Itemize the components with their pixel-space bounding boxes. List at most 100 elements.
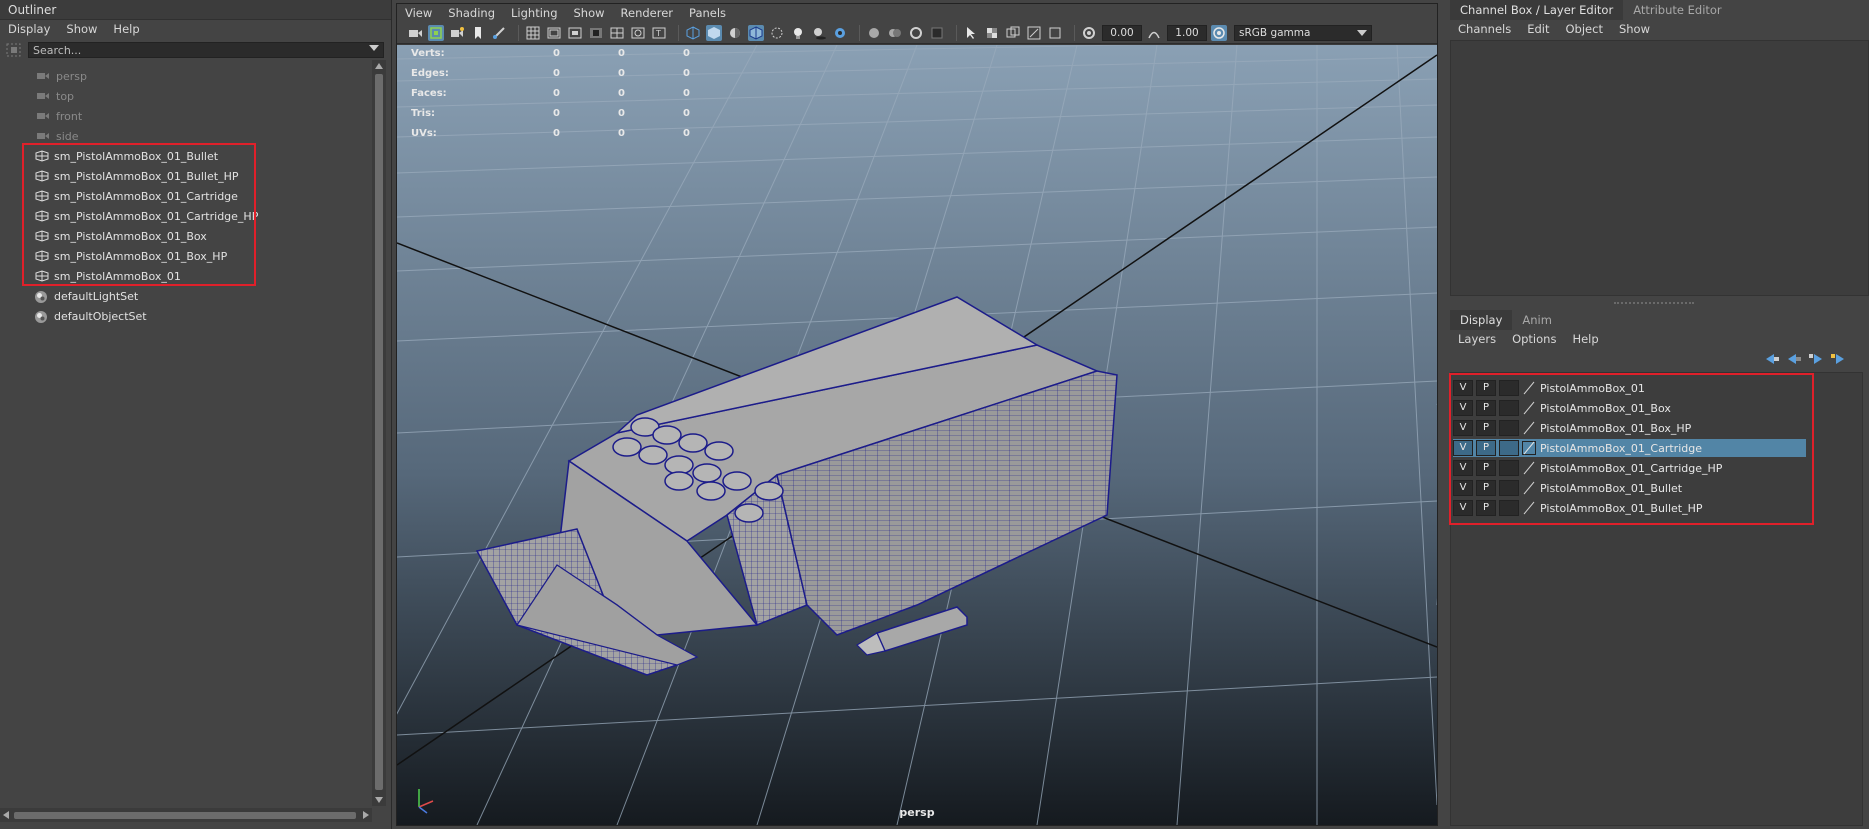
layer-visibility-toggle[interactable]: V (1453, 420, 1473, 436)
view-transform-select[interactable]: sRGB gamma (1234, 24, 1372, 41)
isolate-select-icon[interactable] (929, 25, 945, 41)
layer-visibility-toggle[interactable]: V (1453, 380, 1473, 396)
channel-menu-show[interactable]: Show (1619, 20, 1650, 39)
layer-playback-toggle[interactable]: P (1476, 420, 1496, 436)
channel-menu-edit[interactable]: Edit (1527, 20, 1549, 39)
exposure-icon[interactable] (1081, 25, 1097, 41)
layer-visibility-toggle[interactable]: V (1453, 500, 1473, 516)
filter-icon[interactable] (6, 42, 22, 58)
layer-color-swatch[interactable] (1499, 380, 1519, 396)
tab-attribute-editor[interactable]: Attribute Editor (1623, 0, 1731, 20)
use-all-lights-icon[interactable] (790, 25, 806, 41)
frame-all-icon[interactable] (1026, 25, 1042, 41)
scrollbar-thumb[interactable] (375, 74, 383, 790)
layer-row[interactable]: V P PistolAmmoBox_01_Box (1453, 399, 1806, 417)
default-material-icon[interactable] (727, 25, 743, 41)
layer-color-swatch[interactable] (1499, 400, 1519, 416)
layer-visibility-toggle[interactable]: V (1453, 460, 1473, 476)
film-gate-icon[interactable] (546, 25, 562, 41)
outliner-search-input[interactable] (28, 42, 384, 58)
outliner-item-mesh[interactable]: sm_PistolAmmoBox_01_Cartridge_HP (0, 206, 372, 226)
viewport-menu-shading[interactable]: Shading (448, 4, 495, 22)
scroll-left-icon[interactable] (3, 811, 9, 819)
select-camera-icon[interactable] (963, 25, 979, 41)
viewport-scene[interactable] (397, 45, 1437, 825)
color-management-icon[interactable] (1211, 24, 1227, 41)
outliner-horizontal-scrollbar[interactable] (0, 808, 372, 822)
layer-playback-toggle[interactable]: P (1476, 400, 1496, 416)
tab-display-layers[interactable]: Display (1450, 310, 1513, 330)
outliner-item-mesh[interactable]: sm_PistolAmmoBox_01_Box_HP (0, 246, 372, 266)
outliner-menu-help[interactable]: Help (113, 20, 139, 39)
smooth-shade-icon[interactable] (706, 24, 722, 41)
scroll-up-icon[interactable] (375, 63, 383, 69)
scrollbar-thumb[interactable] (14, 812, 356, 819)
viewport-menu-view[interactable]: View (405, 4, 432, 22)
outliner-item-top[interactable]: top (0, 86, 372, 106)
layer-color-swatch[interactable] (1499, 420, 1519, 436)
outliner-menu-display[interactable]: Display (8, 20, 50, 39)
layer-playback-toggle[interactable]: P (1476, 380, 1496, 396)
move-layer-up-icon[interactable] (1764, 352, 1780, 369)
outliner-item-set[interactable]: defaultObjectSet (0, 306, 372, 326)
move-layer-down-icon[interactable] (1786, 352, 1802, 369)
layer-visibility-toggle[interactable]: V (1453, 440, 1473, 456)
exposure-field[interactable]: 0.00 (1102, 24, 1142, 41)
gamma-icon[interactable] (1146, 25, 1162, 41)
layer-row[interactable]: V P PistolAmmoBox_01 (1453, 379, 1806, 397)
viewport-menu-show[interactable]: Show (574, 4, 605, 22)
layer-row[interactable]: V P PistolAmmoBox_01_Bullet_HP (1453, 499, 1806, 517)
multisample-aa-icon[interactable] (887, 25, 903, 41)
splitter-grip[interactable] (1614, 302, 1694, 304)
layer-row[interactable]: V P PistolAmmoBox_01_Cartridge_HP (1453, 459, 1806, 477)
channel-box-area[interactable] (1450, 40, 1869, 296)
ambient-occlusion-icon[interactable] (832, 25, 848, 41)
texture-toggle-icon[interactable] (984, 25, 1000, 41)
layer-playback-toggle[interactable]: P (1476, 440, 1496, 456)
tab-channel-box[interactable]: Channel Box / Layer Editor (1450, 0, 1624, 20)
outliner-item-side[interactable]: side (0, 126, 372, 146)
panel-splitter[interactable] (1444, 300, 1869, 306)
layer-menu-layers[interactable]: Layers (1458, 330, 1496, 349)
outliner-item-mesh[interactable]: sm_PistolAmmoBox_01_Bullet_HP (0, 166, 372, 186)
outliner-item-mesh[interactable]: sm_PistolAmmoBox_01 (0, 266, 372, 286)
viewport-menu-lighting[interactable]: Lighting (511, 4, 557, 22)
layer-playback-toggle[interactable]: P (1476, 500, 1496, 516)
layer-playback-toggle[interactable]: P (1476, 460, 1496, 476)
depth-of-field-icon[interactable] (908, 25, 924, 41)
motion-blur-icon[interactable] (866, 25, 882, 41)
outliner-menu-show[interactable]: Show (66, 20, 97, 39)
outliner-item-mesh[interactable]: sm_PistolAmmoBox_01_Cartridge (0, 186, 372, 206)
grid-toggle-icon[interactable] (525, 25, 541, 41)
resolution-gate-icon[interactable] (567, 25, 583, 41)
shadows-icon[interactable] (811, 25, 827, 41)
layer-row-selected[interactable]: V P PistolAmmoBox_01_Cartridge (1453, 439, 1806, 457)
layer-visibility-toggle[interactable]: V (1453, 400, 1473, 416)
viewport-menu-panels[interactable]: Panels (689, 4, 726, 22)
channel-menu-object[interactable]: Object (1566, 20, 1603, 39)
scroll-down-icon[interactable] (375, 797, 383, 803)
wireframe-icon[interactable] (685, 25, 701, 41)
hud-toggle-icon[interactable] (1005, 25, 1021, 41)
safe-title-icon[interactable]: T (651, 25, 667, 41)
layer-color-swatch[interactable] (1499, 500, 1519, 516)
viewport-panel[interactable]: View Shading Lighting Show Renderer Pane… (396, 3, 1438, 826)
outliner-item-persp[interactable]: persp (0, 66, 372, 86)
layer-row[interactable]: V P PistolAmmoBox_01_Box_HP (1453, 419, 1806, 437)
layer-playback-toggle[interactable]: P (1476, 480, 1496, 496)
channel-menu-channels[interactable]: Channels (1458, 20, 1511, 39)
field-chart-icon[interactable] (609, 25, 625, 41)
wireframe-on-shaded-icon[interactable] (748, 24, 764, 41)
layer-row[interactable]: V P PistolAmmoBox_01_Bullet (1453, 479, 1806, 497)
outliner-item-mesh[interactable]: sm_PistolAmmoBox_01_Bullet (0, 146, 372, 166)
tab-anim-layers[interactable]: Anim (1512, 310, 1562, 330)
search-dropdown-icon[interactable] (369, 45, 379, 51)
frame-selected-icon[interactable] (1047, 25, 1063, 41)
outliner-vertical-scrollbar[interactable] (372, 60, 386, 806)
outliner-item-front[interactable]: front (0, 106, 372, 126)
new-empty-layer-icon[interactable] (1808, 352, 1824, 369)
outliner-item-set[interactable]: defaultLightSet (0, 286, 372, 306)
scroll-right-icon[interactable] (363, 811, 369, 819)
gamma-field[interactable]: 1.00 (1167, 24, 1207, 41)
outliner-item-mesh[interactable]: sm_PistolAmmoBox_01_Box (0, 226, 372, 246)
